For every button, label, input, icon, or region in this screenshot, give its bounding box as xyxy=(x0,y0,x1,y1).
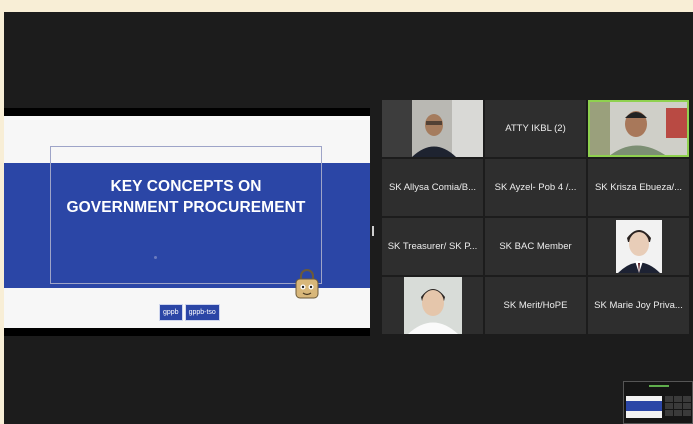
lock-mascot-icon xyxy=(295,269,319,299)
participant-tile-11[interactable]: SK Merit/HoPE xyxy=(485,277,586,334)
participant-photo-9 xyxy=(615,220,662,273)
participant-tile-12[interactable]: SK Marie Joy Priva... xyxy=(588,277,689,334)
active-speaker-border xyxy=(588,100,689,157)
participant-name: SK Marie Joy Priva... xyxy=(594,300,683,311)
presentation-slide: KEY CONCEPTS ON GOVERNMENT PROCUREMENT g… xyxy=(4,116,370,328)
participant-tile-4[interactable]: SK Allysa Comia/B... xyxy=(382,159,483,216)
slide-title-line-2: GOVERNMENT PROCUREMENT xyxy=(66,199,306,216)
participant-name: ATTY IKBL (2) xyxy=(505,123,566,134)
self-view-thumbnail[interactable] xyxy=(623,381,693,424)
participant-tile-6[interactable]: SK Krisza Ebueza/... xyxy=(588,159,689,216)
participant-photo-10 xyxy=(403,277,462,334)
participant-tile-2[interactable]: ATTY IKBL (2) xyxy=(485,100,586,157)
participant-name: SK Allysa Comia/B... xyxy=(388,182,477,193)
slide-title: KEY CONCEPTS ON GOVERNMENT PROCUREMENT xyxy=(50,176,322,218)
participant-tile-5[interactable]: SK Ayzel- Pob 4 /... xyxy=(485,159,586,216)
participant-tile-8[interactable]: SK BAC Member xyxy=(485,218,586,275)
thumbnail-preview xyxy=(624,382,692,423)
participant-video-1 xyxy=(382,100,483,157)
participant-name: SK Krisza Ebueza/... xyxy=(594,182,683,193)
gppb-tso-logo: gppb-tso xyxy=(184,304,220,321)
slide-title-line-1: KEY CONCEPTS ON xyxy=(110,178,262,195)
participant-tile-10[interactable] xyxy=(382,277,483,334)
pointer-dot xyxy=(154,256,157,259)
participant-name: SK Ayzel- Pob 4 /... xyxy=(494,182,577,193)
participant-tile-1[interactable] xyxy=(382,100,483,157)
gppb-logo: gppb xyxy=(159,304,183,321)
participant-tile-3[interactable] xyxy=(588,100,689,157)
meeting-window: KEY CONCEPTS ON GOVERNMENT PROCUREMENT g… xyxy=(4,12,693,424)
split-view-divider[interactable] xyxy=(372,226,374,236)
participant-gallery: ATTY IKBL (2) SK Allysa Comia/B... SK Ay… xyxy=(382,100,689,334)
screen-share-view[interactable]: KEY CONCEPTS ON GOVERNMENT PROCUREMENT g… xyxy=(4,108,370,336)
participant-name: SK Treasurer/ SK P... xyxy=(387,241,478,252)
participant-name: SK Merit/HoPE xyxy=(503,300,568,311)
participant-name: SK BAC Member xyxy=(499,241,572,252)
slide-logos: gppb gppb-tso xyxy=(159,304,220,321)
participant-tile-7[interactable]: SK Treasurer/ SK P... xyxy=(382,218,483,275)
participant-tile-9[interactable] xyxy=(588,218,689,275)
